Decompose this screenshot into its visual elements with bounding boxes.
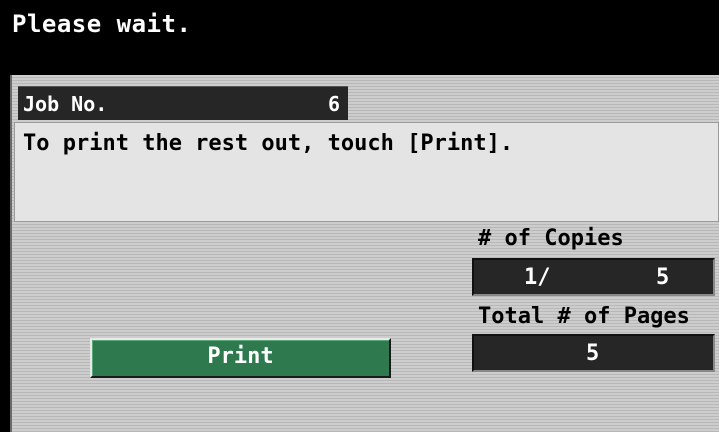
- total-pages-value-box: 5: [472, 334, 715, 372]
- copies-current-value: 1/: [524, 265, 551, 290]
- status-header: Please wait.: [0, 0, 719, 75]
- copies-label: # of Copies: [478, 226, 624, 251]
- total-pages-value: 5: [586, 341, 600, 366]
- copies-total-value: 5: [656, 265, 670, 290]
- job-number-bar: Job No. 6: [18, 86, 348, 120]
- printer-screen: Please wait. Job No. 6 To print the rest…: [0, 0, 719, 432]
- print-button[interactable]: Print: [90, 338, 391, 378]
- status-title: Please wait.: [12, 10, 192, 38]
- copies-value-box: 1/ 5: [472, 258, 715, 296]
- job-number-value: 6: [327, 92, 340, 116]
- instruction-message: To print the rest out, touch [Print].: [23, 131, 514, 156]
- total-pages-label: Total # of Pages: [478, 304, 690, 329]
- message-box: To print the rest out, touch [Print].: [14, 122, 719, 222]
- job-number-label: Job No.: [23, 92, 108, 116]
